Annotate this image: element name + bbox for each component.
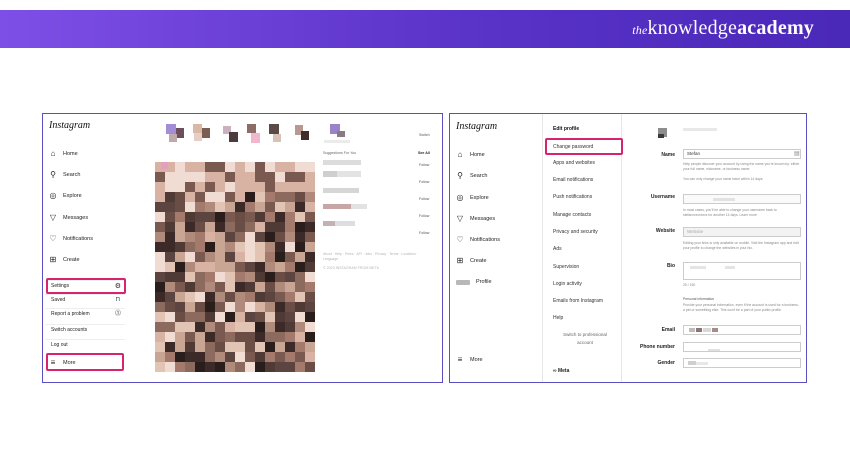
menu-log-out[interactable]: Log out	[45, 339, 125, 350]
copyright: © 2023 INSTAGRAM FROM META	[323, 266, 380, 270]
settings-push-notifications[interactable]: Push notifications	[553, 194, 592, 200]
nav-more[interactable]: ≡ More	[456, 356, 483, 364]
website-label: Website	[655, 228, 675, 234]
settings-edit-profile[interactable]: Edit profile	[553, 126, 579, 132]
brand-logo: theknowledgeacademy	[632, 17, 814, 39]
compass-icon: ◎	[456, 193, 464, 202]
right-sidebar: Instagram ⌂ Home ⚲ Search ◎ Explore ▽ Messag…	[450, 114, 530, 382]
heart-icon: ♡	[456, 235, 464, 244]
follow-button[interactable]: Follow	[419, 214, 429, 218]
messenger-icon: ▽	[456, 214, 464, 223]
messenger-icon: ▽	[49, 213, 57, 222]
instagram-settings-screenshot: Instagram ⌂ Home ⚲ Search ◎ Explore ▽ Messag…	[449, 113, 807, 383]
home-icon: ⌂	[50, 149, 56, 158]
instagram-home-screenshot: Instagram ⌂ Home ⚲ Search ◎ Explore ▽ Messag…	[42, 113, 443, 383]
nav-messages[interactable]: ▽ Messages	[49, 214, 88, 222]
username-label: Username	[650, 194, 675, 200]
settings-supervision[interactable]: Supervision	[553, 264, 579, 270]
menu-report-problem[interactable]: Report a problem ⓵	[45, 308, 125, 319]
personal-info-title: Personal information	[683, 297, 715, 301]
nav-notifications[interactable]: ♡ Notifications	[49, 235, 93, 243]
follow-button[interactable]: Follow	[419, 163, 429, 167]
follow-button[interactable]: Follow	[419, 197, 429, 201]
highlight-change-password	[545, 138, 623, 155]
nav-search[interactable]: ⚲ Search	[49, 171, 80, 179]
settings-menu: Edit profile Change password Apps and we…	[542, 114, 623, 382]
name-field[interactable]: Stefan	[683, 149, 801, 159]
bio-counter: 25 / 150	[683, 283, 696, 287]
gender-label: Gender	[657, 360, 675, 366]
left-sidebar: Instagram ⌂ Home ⚲ Search ◎ Explore ▽ Messag…	[43, 114, 126, 382]
website-field[interactable]: Website	[683, 227, 801, 237]
settings-switch-professional[interactable]: Switch to professional account	[557, 331, 613, 347]
phone-label: Phone number	[639, 344, 675, 350]
post-image	[155, 162, 315, 372]
personal-info-help: Provide your personal information, even …	[683, 303, 799, 312]
settings-manage-contacts[interactable]: Manage contacts	[553, 212, 591, 218]
name-label: Name	[661, 152, 675, 158]
name-help-limit: You can only change your name twice with…	[683, 177, 764, 181]
bio-field[interactable]	[683, 262, 801, 280]
settings-privacy-security[interactable]: Privacy and security	[553, 229, 598, 235]
id-card-icon: ▤	[794, 151, 800, 157]
plus-square-icon: ⊞	[456, 256, 464, 265]
nav-profile[interactable]: Profile	[456, 279, 492, 285]
report-icon: ⓵	[114, 311, 121, 317]
settings-emails-from-instagram[interactable]: Emails from Instagram	[553, 298, 603, 304]
phone-field[interactable]	[683, 342, 801, 352]
follow-button[interactable]: Follow	[419, 231, 429, 235]
nav-create[interactable]: ⊞ Create	[49, 256, 80, 264]
settings-email-notifications[interactable]: Email notifications	[553, 177, 593, 183]
nav-notifications[interactable]: ♡ Notifications	[456, 236, 500, 244]
settings-ads[interactable]: Ads	[553, 246, 562, 252]
footer-links: About · Help · Press · API · Jobs · Priv…	[323, 252, 418, 261]
switch-link[interactable]: Switch	[419, 133, 430, 137]
plus-square-icon: ⊞	[49, 255, 57, 264]
settings-apps-websites[interactable]: Apps and websites	[553, 160, 595, 166]
highlight-more	[46, 353, 124, 371]
nav-explore[interactable]: ◎ Explore	[49, 192, 82, 200]
search-icon: ⚲	[50, 170, 56, 179]
settings-help[interactable]: Help	[553, 315, 563, 321]
post-avatar	[161, 162, 168, 169]
menu-saved[interactable]: Saved ⊓	[45, 294, 125, 305]
suggestions-title: Suggestions For You	[323, 151, 357, 155]
instagram-logo: Instagram	[49, 120, 91, 131]
nav-home[interactable]: ⌂ Home	[456, 151, 485, 159]
bookmark-icon: ⊓	[115, 297, 120, 303]
hamburger-icon: ≡	[457, 355, 463, 364]
email-label: Email	[661, 327, 675, 333]
search-icon: ⚲	[457, 171, 463, 180]
username-help: In most cases, you'll be able to change …	[683, 208, 777, 217]
nav-home[interactable]: ⌂ Home	[49, 150, 78, 158]
brand-banner: theknowledgeacademy	[0, 10, 850, 48]
heart-icon: ♡	[49, 234, 57, 243]
name-help: Help people discover your account by usi…	[683, 162, 800, 171]
avatar-icon	[456, 279, 470, 285]
see-all-link[interactable]: See All	[418, 151, 430, 155]
highlight-settings	[46, 278, 126, 294]
nav-messages[interactable]: ▽ Messages	[456, 215, 495, 223]
menu-switch-accounts[interactable]: Switch accounts	[45, 324, 125, 335]
compass-icon: ◎	[49, 191, 57, 200]
home-icon: ⌂	[457, 150, 463, 159]
username-field[interactable]	[683, 194, 801, 204]
instagram-logo: Instagram	[456, 121, 498, 132]
website-help: Editing your links is only available on …	[683, 241, 799, 250]
bio-label: Bio	[666, 263, 675, 269]
follow-button[interactable]: Follow	[419, 180, 429, 184]
nav-create[interactable]: ⊞ Create	[456, 257, 487, 265]
settings-login-activity[interactable]: Login activity	[553, 281, 582, 287]
nav-explore[interactable]: ◎ Explore	[456, 194, 489, 202]
nav-search[interactable]: ⚲ Search	[456, 172, 487, 180]
meta-logo: ∞ Meta	[553, 368, 570, 374]
